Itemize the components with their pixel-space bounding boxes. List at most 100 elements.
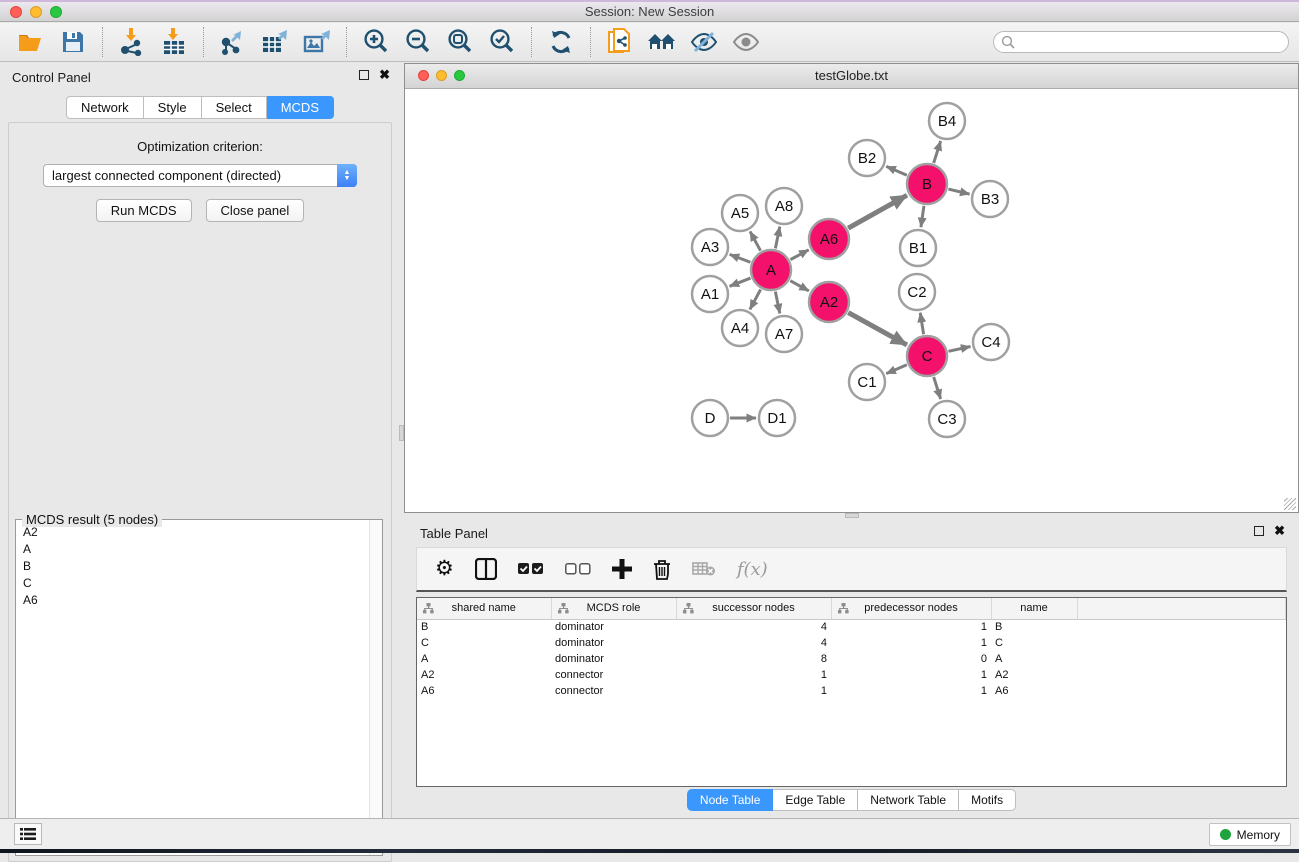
network-graph[interactable]: B4B2BB3B1A5A8A6A3AA1A2C2A4A7C4CC1C3DD1 [405,89,1298,512]
network-window-titlebar[interactable]: testGlobe.txt [405,64,1298,89]
table-row[interactable]: A2connector11A2 [417,667,1286,683]
column-header-successor-nodes[interactable]: successor nodes [676,598,831,619]
graph-node-C3[interactable]: C3 [929,401,965,437]
graph-node-C4[interactable]: C4 [973,324,1009,360]
graph-edge-A-A8[interactable] [775,227,779,249]
run-mcds-button[interactable]: Run MCDS [96,199,192,222]
table-cell[interactable]: C [417,635,551,651]
table-cell[interactable]: A [991,651,1077,667]
clone-network-icon[interactable] [603,26,637,58]
resize-handle-icon[interactable] [1284,498,1296,510]
column-header-name[interactable]: name [991,598,1077,619]
graph-edge-C-C4[interactable] [948,346,970,351]
hide-graphics-eye-icon[interactable] [687,26,721,58]
graph-edge-A-A4[interactable] [750,289,761,309]
deselect-all-columns-icon[interactable] [565,554,591,584]
graph-edge-C-C3[interactable] [934,377,941,399]
close-panel-icon[interactable]: ✖ [1274,526,1285,536]
graph-edge-A-A5[interactable] [750,231,760,250]
table-cell[interactable]: dominator [551,619,676,635]
graph-node-C2[interactable]: C2 [899,274,935,310]
graph-edge-B-B2[interactable] [886,166,907,175]
open-session-icon[interactable] [14,26,48,58]
add-column-plus-icon[interactable] [612,554,632,584]
table-cell[interactable]: B [417,619,551,635]
float-panel-icon[interactable] [359,70,369,80]
table-row[interactable]: Adominator80A [417,651,1286,667]
export-table-icon[interactable] [258,26,292,58]
network-canvas[interactable]: B4B2BB3B1A5A8A6A3AA1A2C2A4A7C4CC1C3DD1 [405,89,1298,512]
table-row[interactable]: A6connector11A6 [417,683,1286,699]
graph-edge-B-B4[interactable] [934,141,941,163]
task-history-list-icon[interactable] [14,823,42,845]
column-header-predecessor-nodes[interactable]: predecessor nodes [831,598,991,619]
table-cell[interactable]: 1 [676,667,831,683]
tab-network-table[interactable]: Network Table [858,789,959,811]
graph-edge-B-B1[interactable] [921,206,924,227]
table-cell[interactable]: connector [551,683,676,699]
column-header-shared-name[interactable]: shared name [417,598,551,619]
graph-node-A5[interactable]: A5 [722,195,758,231]
table-cell[interactable]: A6 [991,683,1077,699]
close-panel-icon[interactable]: ✖ [379,70,390,80]
search-input[interactable] [993,31,1289,53]
table-row[interactable]: Cdominator41C [417,635,1286,651]
table-row[interactable]: Bdominator41B [417,619,1286,635]
graph-edge-A-A6[interactable] [790,250,808,260]
graph-edge-A-A2[interactable] [790,281,809,291]
zoom-fit-icon[interactable] [443,26,477,58]
graph-node-B2[interactable]: B2 [849,140,885,176]
show-graphics-eye-icon[interactable] [729,26,763,58]
graph-edge-C-C2[interactable] [920,313,923,335]
table-cell[interactable]: 1 [831,683,991,699]
tab-mcds[interactable]: MCDS [267,96,334,119]
tab-select[interactable]: Select [202,96,267,119]
show-columns-icon[interactable] [475,554,497,584]
zoom-in-icon[interactable] [359,26,393,58]
table-cell[interactable]: dominator [551,635,676,651]
graph-node-B4[interactable]: B4 [929,103,965,139]
graph-node-A6[interactable]: A6 [809,219,849,259]
graph-edge-A6-B[interactable] [848,195,907,228]
graph-node-A1[interactable]: A1 [692,276,728,312]
table-cell[interactable]: 8 [676,651,831,667]
table-settings-gear-icon[interactable]: ⚙ [435,554,454,584]
table-cell[interactable]: A2 [417,667,551,683]
table-cell[interactable]: C [991,635,1077,651]
table-cell[interactable]: 1 [831,619,991,635]
optimization-criterion-select[interactable]: largest connected component (directed) ▲… [43,164,357,187]
table-cell[interactable]: dominator [551,651,676,667]
graph-node-A3[interactable]: A3 [692,229,728,265]
result-list-item[interactable]: A2 [17,524,368,541]
graph-edge-A-A3[interactable] [730,254,751,262]
graph-node-A7[interactable]: A7 [766,316,802,352]
table-cell[interactable]: A2 [991,667,1077,683]
zoom-out-icon[interactable] [401,26,435,58]
table-cell[interactable]: 4 [676,619,831,635]
zoom-selected-icon[interactable] [485,26,519,58]
column-header-MCDS-role[interactable]: MCDS role [551,598,676,619]
table-cell[interactable]: B [991,619,1077,635]
close-panel-button[interactable]: Close panel [206,199,305,222]
table-cell[interactable]: 1 [676,683,831,699]
select-all-columns-icon[interactable] [518,554,544,584]
graph-edge-C-C1[interactable] [886,365,907,374]
tab-edge-table[interactable]: Edge Table [773,789,858,811]
graph-node-B1[interactable]: B1 [900,230,936,266]
result-list-item[interactable]: A [17,541,368,558]
import-table-icon[interactable] [157,26,191,58]
graph-node-C1[interactable]: C1 [849,364,885,400]
graph-node-A8[interactable]: A8 [766,188,802,224]
graph-node-A2[interactable]: A2 [809,282,849,322]
export-network-icon[interactable] [216,26,250,58]
table-cell[interactable]: connector [551,667,676,683]
refresh-icon[interactable] [544,26,578,58]
splitter-grip[interactable] [845,513,859,518]
graph-node-D[interactable]: D [692,400,728,436]
graph-edge-B-B3[interactable] [948,189,969,194]
table-cell[interactable]: 1 [831,635,991,651]
graph-node-B3[interactable]: B3 [972,181,1008,217]
memory-button[interactable]: Memory [1209,823,1291,846]
graph-node-D1[interactable]: D1 [759,400,795,436]
home-overview-icon[interactable] [645,26,679,58]
